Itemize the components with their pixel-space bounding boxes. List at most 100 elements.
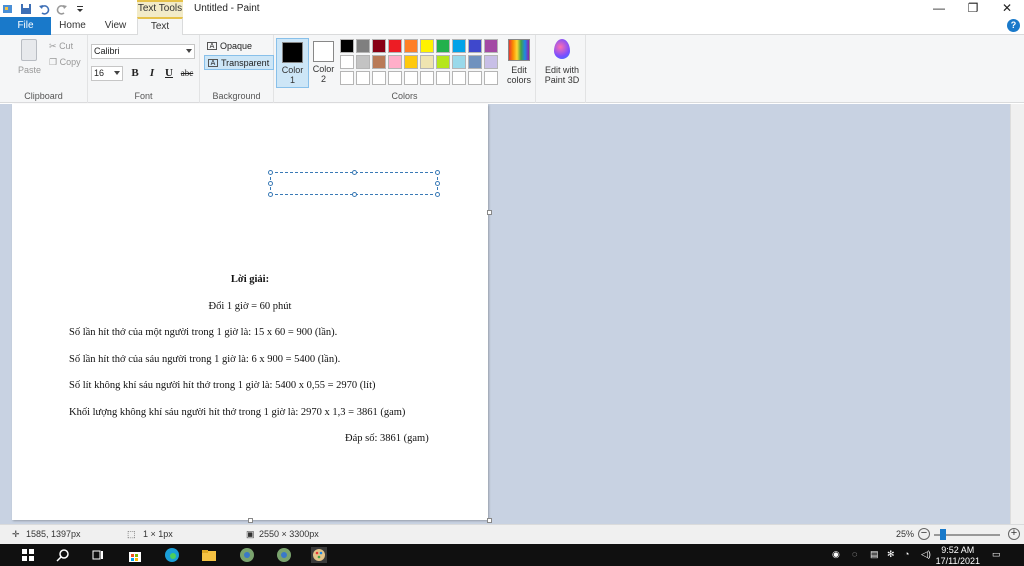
resize-handle[interactable] (352, 192, 357, 197)
redo-icon[interactable] (56, 3, 68, 15)
network-icon[interactable]: ◌ (852, 549, 857, 559)
tab-text[interactable]: Text (137, 17, 183, 36)
palette-color-swatch[interactable] (452, 71, 466, 85)
canvas-resize-handle-right[interactable] (487, 210, 492, 215)
font-family-select[interactable]: Calibri (91, 44, 195, 59)
resize-handle[interactable] (268, 181, 273, 186)
cut-button[interactable]: ✂ Cut (49, 41, 73, 52)
palette-color-swatch[interactable] (388, 55, 402, 69)
search-icon[interactable] (55, 547, 71, 563)
palette-color-swatch[interactable] (340, 55, 354, 69)
chrome-icon[interactable] (239, 547, 255, 563)
zoom-slider-thumb[interactable] (940, 529, 946, 540)
palette-color-swatch[interactable] (468, 55, 482, 69)
palette-color-swatch[interactable] (356, 71, 370, 85)
opaque-option[interactable]: A Opaque (204, 39, 256, 54)
palette-color-swatch[interactable] (452, 39, 466, 53)
palette-color-swatch[interactable] (372, 39, 386, 53)
palette-color-swatch[interactable] (388, 71, 402, 85)
font-group-label: Font (134, 91, 153, 101)
canvas[interactable]: Lời giải: Đổi 1 giờ = 60 phút Số lần hít… (12, 104, 488, 520)
restore-button[interactable]: ❐ (956, 0, 990, 17)
edit-with-paint3d-button[interactable]: Edit with Paint 3D (541, 39, 583, 85)
tab-home[interactable]: Home (51, 17, 94, 35)
palette-color-swatch[interactable] (404, 39, 418, 53)
palette-color-swatch[interactable] (436, 39, 450, 53)
palette-color-swatch[interactable] (484, 39, 498, 53)
palette-color-swatch[interactable] (452, 55, 466, 69)
palette-color-swatch[interactable] (484, 55, 498, 69)
tab-file[interactable]: File (0, 17, 51, 35)
wifi-icon[interactable]: ◔ (904, 549, 909, 559)
color1-button[interactable]: Color 1 (276, 38, 309, 88)
palette-color-swatch[interactable] (420, 39, 434, 53)
color-palette (340, 39, 498, 85)
palette-color-swatch[interactable] (420, 71, 434, 85)
task-view-icon[interactable] (90, 547, 106, 563)
vertical-scrollbar[interactable] (1010, 104, 1024, 524)
palette-color-swatch[interactable] (436, 55, 450, 69)
paint-app-icon[interactable] (2, 3, 14, 15)
resize-handle[interactable] (268, 192, 273, 197)
undo-icon[interactable] (38, 3, 50, 15)
resize-handle[interactable] (352, 170, 357, 175)
zoom-out-button[interactable]: − (918, 528, 930, 540)
help-icon[interactable]: ? (1007, 19, 1020, 32)
chevron-down-icon (186, 49, 192, 53)
palette-color-swatch[interactable] (340, 39, 354, 53)
text-box-selection[interactable] (268, 170, 440, 197)
palette-color-swatch[interactable] (404, 71, 418, 85)
canvas-resize-handle-corner[interactable] (487, 518, 492, 523)
volume-icon[interactable]: ◁) (921, 549, 931, 560)
palette-color-swatch[interactable] (468, 71, 482, 85)
palette-color-swatch[interactable] (356, 55, 370, 69)
resize-handle[interactable] (435, 192, 440, 197)
palette-color-swatch[interactable] (372, 55, 386, 69)
notifications-icon[interactable]: ▭ (992, 549, 1001, 560)
zoom-in-button[interactable]: + (1008, 528, 1020, 540)
doc-line-1: Đổi 1 giờ = 60 phút (208, 301, 292, 312)
edit-colors-button[interactable]: Edit colors (505, 39, 533, 85)
customize-toolbar-icon[interactable] (74, 3, 86, 15)
resize-handle[interactable] (435, 170, 440, 175)
close-button[interactable]: ✕ (990, 0, 1024, 17)
font-size-select[interactable]: 16 (91, 66, 123, 81)
chrome-tray-icon[interactable]: ◉ (832, 549, 840, 560)
taskbar-clock[interactable]: 9:52 AM 17/11/2021 (936, 545, 980, 566)
color2-button[interactable]: Color 2 (307, 38, 340, 88)
palette-color-swatch[interactable] (404, 55, 418, 69)
transparent-option[interactable]: A Transparent (204, 55, 275, 70)
edge-icon[interactable] (164, 547, 180, 563)
resize-handle[interactable] (268, 170, 273, 175)
resize-handle[interactable] (435, 181, 440, 186)
store-icon[interactable] (127, 547, 143, 563)
strikethrough-button[interactable]: abc (178, 66, 196, 81)
cursor-position: 1585, 1397px (26, 529, 81, 539)
minimize-button[interactable]: — (922, 0, 956, 17)
palette-color-swatch[interactable] (372, 71, 386, 85)
italic-button[interactable]: I (145, 66, 159, 81)
palette-color-swatch[interactable] (484, 71, 498, 85)
palette-color-swatch[interactable] (468, 39, 482, 53)
chrome-icon[interactable] (276, 547, 292, 563)
underline-button[interactable]: U (162, 66, 176, 81)
palette-color-swatch[interactable] (420, 55, 434, 69)
paste-button[interactable]: Paste (18, 39, 41, 75)
tray-app-icon[interactable]: ✻ (887, 549, 895, 560)
tab-view[interactable]: View (94, 17, 137, 35)
palette-color-swatch[interactable] (436, 71, 450, 85)
canvas-resize-handle-bottom[interactable] (248, 518, 253, 523)
bold-button[interactable]: B (128, 66, 142, 81)
palette-color-swatch[interactable] (356, 39, 370, 53)
palette-color-swatch[interactable] (388, 39, 402, 53)
paint-taskbar-icon[interactable] (311, 547, 327, 563)
save-icon[interactable] (20, 3, 32, 15)
windows-start-icon[interactable] (20, 547, 36, 563)
palette-color-swatch[interactable] (340, 71, 354, 85)
clipboard-icon (21, 39, 37, 61)
onedrive-icon[interactable]: ▤ (870, 549, 879, 560)
copy-button[interactable]: ❐ Copy (49, 57, 81, 68)
paint3d-icon (554, 39, 570, 59)
solution-heading: Lời giải: (230, 274, 270, 285)
file-explorer-icon[interactable] (201, 547, 217, 563)
